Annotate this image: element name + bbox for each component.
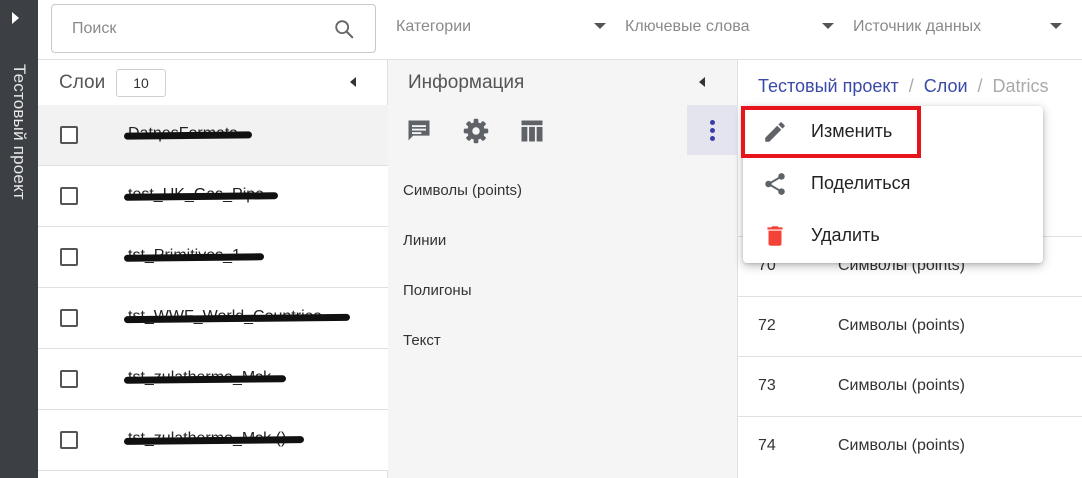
search-box[interactable] <box>51 4 376 53</box>
context-menu: Изменить Поделиться Удалить <box>741 106 1043 263</box>
layer-checkbox[interactable] <box>60 126 78 144</box>
comment-icon[interactable] <box>405 117 433 145</box>
row-id: 74 <box>758 437 776 454</box>
caret-down-icon <box>1050 23 1062 29</box>
keywords-label: Ключевые слова <box>625 18 750 35</box>
geometry-type-text[interactable]: Текст <box>403 332 441 349</box>
data-source-dropdown[interactable]: Источник данных <box>853 0 1075 56</box>
redaction-mark <box>123 253 265 262</box>
layer-row[interactable]: tst_zulathermo_Msk <box>38 349 388 410</box>
more-vertical-icon <box>710 136 715 141</box>
layer-row[interactable]: tst_zulathermo_Msk () <box>38 410 388 471</box>
layers-header: Слои 10 <box>38 60 388 105</box>
layers-title: Слои <box>59 72 106 93</box>
project-title-vertical[interactable]: Тестовый проект <box>2 64 36 234</box>
menu-item-label: Поделиться <box>811 173 911 193</box>
geometry-type-lines[interactable]: Линии <box>403 232 446 249</box>
info-panel: Информация Символы (points) Линии Полиго… <box>388 60 738 478</box>
more-options-button[interactable] <box>687 105 738 155</box>
layer-checkbox[interactable] <box>60 431 78 449</box>
layer-row[interactable]: tst_Primitives_1 <box>38 227 388 288</box>
chevron-left-icon[interactable] <box>350 77 356 87</box>
menu-item-delete[interactable]: Удалить <box>743 210 1043 262</box>
more-vertical-icon <box>710 120 715 125</box>
layers-panel: Слои 10 DatηesFormats test_UK_Gas_Pipe t… <box>38 60 388 478</box>
breadcrumb-current: Datrics <box>992 76 1049 96</box>
top-filter-bar: Категории Ключевые слова Источник данных <box>38 0 1082 60</box>
share-icon <box>765 173 785 195</box>
gear-icon[interactable] <box>462 117 490 145</box>
trash-icon <box>767 226 783 246</box>
project-side-strip: Тестовый проект <box>0 0 38 478</box>
caret-down-icon <box>594 23 606 29</box>
row-type: Символы (points) <box>838 317 965 334</box>
breadcrumb-project[interactable]: Тестовый проект <box>758 76 899 96</box>
geometry-type-polygons[interactable]: Полигоны <box>403 282 471 299</box>
chevron-right-icon[interactable] <box>12 12 19 24</box>
search-input[interactable] <box>72 17 332 41</box>
row-type: Символы (points) <box>838 437 965 454</box>
table-icon[interactable] <box>518 117 546 145</box>
layer-checkbox[interactable] <box>60 187 78 205</box>
menu-item-label: Удалить <box>811 225 880 245</box>
data-source-label: Источник данных <box>853 18 982 35</box>
geometry-type-points[interactable]: Символы (points) <box>403 182 522 199</box>
caret-down-icon <box>822 23 834 29</box>
keywords-dropdown[interactable]: Ключевые слова <box>625 0 837 56</box>
layer-checkbox[interactable] <box>60 370 78 388</box>
row-id: 72 <box>758 317 776 334</box>
layers-count-badge: 10 <box>116 69 166 97</box>
highlight-box <box>741 106 921 158</box>
categories-dropdown[interactable]: Категории <box>396 0 608 56</box>
redaction-mark <box>123 131 253 140</box>
table-row[interactable]: 74 Символы (points) <box>738 416 1082 476</box>
table-row[interactable]: 73 Символы (points) <box>738 356 1082 416</box>
menu-item-share[interactable]: Поделиться <box>743 158 1043 210</box>
menu-item-edit[interactable]: Изменить <box>741 106 1043 158</box>
breadcrumb-separator: / <box>977 76 983 96</box>
layer-row[interactable]: DatηesFormats <box>38 105 388 166</box>
chevron-left-icon[interactable] <box>699 77 705 87</box>
breadcrumb: Тестовый проект / Слои / Datrics <box>758 76 1049 97</box>
layer-checkbox[interactable] <box>60 248 78 266</box>
info-title: Информация <box>408 72 525 93</box>
layer-checkbox[interactable] <box>60 309 78 327</box>
categories-label: Категории <box>396 18 472 35</box>
table-row[interactable]: 72 Символы (points) <box>738 296 1082 356</box>
breadcrumb-separator: / <box>908 76 914 96</box>
layer-row[interactable]: tst_WWF_World_Countries <box>38 288 388 349</box>
layer-row[interactable]: test_UK_Gas_Pipe <box>38 166 388 227</box>
row-type: Символы (points) <box>838 377 965 394</box>
search-icon[interactable] <box>333 18 355 40</box>
breadcrumb-layers[interactable]: Слои <box>924 76 968 96</box>
row-id: 73 <box>758 377 776 394</box>
more-vertical-icon <box>710 128 715 133</box>
